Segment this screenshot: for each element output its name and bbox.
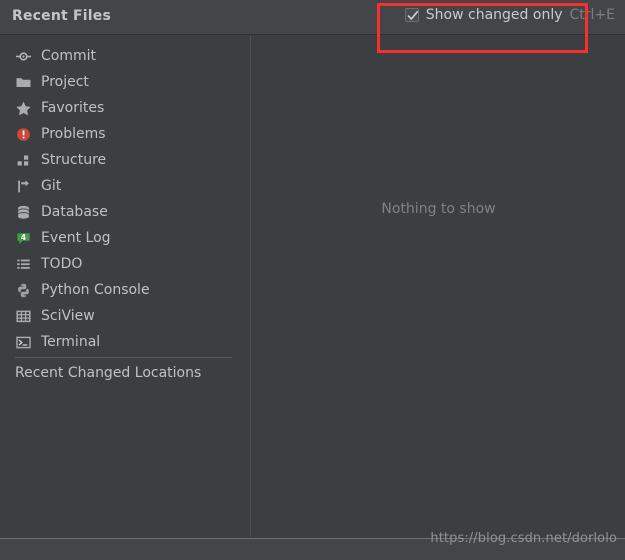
tool-window-list: Commit Project Favorites Problems Struct… (0, 43, 250, 355)
python-icon (15, 282, 32, 299)
sidebar-item-label: Git (41, 178, 62, 194)
sidebar-item-structure[interactable]: Structure (0, 147, 250, 173)
sidebar-item-label: SciView (41, 308, 95, 324)
list-divider (15, 357, 232, 358)
terminal-icon (15, 334, 32, 351)
event-log-badge-icon: 4 (15, 230, 32, 247)
recent-files-popup: Recent Files Show changed only Ctrl+E Co… (0, 0, 625, 560)
todo-list-icon (15, 256, 32, 273)
sidebar-item-label: Structure (41, 152, 107, 168)
checkmark-icon (407, 11, 418, 20)
sidebar-item-commit[interactable]: Commit (0, 43, 250, 69)
sidebar-item-label: Database (41, 204, 108, 220)
sidebar-item-python-console[interactable]: Python Console (0, 277, 250, 303)
sidebar-item-label: Python Console (41, 282, 150, 298)
error-circle-icon (15, 126, 32, 143)
git-branch-icon (15, 178, 32, 195)
show-changed-only-shortcut: Ctrl+E (569, 7, 616, 23)
sidebar-item-label: Commit (41, 48, 96, 64)
sidebar-item-sciview[interactable]: SciView (0, 303, 250, 329)
show-changed-only-checkbox[interactable] (404, 8, 419, 22)
sidebar-item-database[interactable]: Database (0, 199, 250, 225)
empty-state-message: Nothing to show (381, 201, 496, 217)
sidebar-item-label: Problems (41, 126, 106, 142)
titlebar-right-controls: Show changed only Ctrl+E (404, 7, 616, 23)
sidebar-item-label: Event Log (41, 230, 111, 246)
svg-text:4: 4 (21, 232, 26, 241)
sidebar-item-event-log[interactable]: 4 Event Log (0, 225, 250, 251)
sidebar-item-label: Project (41, 74, 89, 90)
folder-icon (15, 74, 32, 91)
sidebar-item-favorites[interactable]: Favorites (0, 95, 250, 121)
sidebar-item-project[interactable]: Project (0, 69, 250, 95)
sciview-grid-icon (15, 308, 32, 325)
recent-files-content-panel: Nothing to show (252, 36, 625, 537)
show-changed-only-label[interactable]: Show changed only (426, 7, 563, 23)
sidebar-item-label: TODO (41, 256, 83, 272)
sidebar-item-git[interactable]: Git (0, 173, 250, 199)
sidebar-item-label: Favorites (41, 100, 105, 116)
sidebar-item-problems[interactable]: Problems (0, 121, 250, 147)
page-title: Recent Files (12, 8, 111, 24)
watermark-text: https://blog.csdn.net/dorlolo (430, 531, 617, 546)
sidebar-item-todo[interactable]: TODO (0, 251, 250, 277)
commit-icon (15, 48, 32, 65)
database-icon (15, 204, 32, 221)
titlebar: Recent Files Show changed only Ctrl+E (0, 0, 625, 35)
sidebar-item-recent-changed-locations[interactable]: Recent Changed Locations (15, 365, 201, 381)
structure-icon (15, 152, 32, 169)
sidebar-item-label: Terminal (41, 334, 101, 350)
tool-window-list-panel: Commit Project Favorites Problems Struct… (0, 36, 251, 537)
sidebar-item-terminal[interactable]: Terminal (0, 329, 250, 355)
star-icon (15, 100, 32, 117)
